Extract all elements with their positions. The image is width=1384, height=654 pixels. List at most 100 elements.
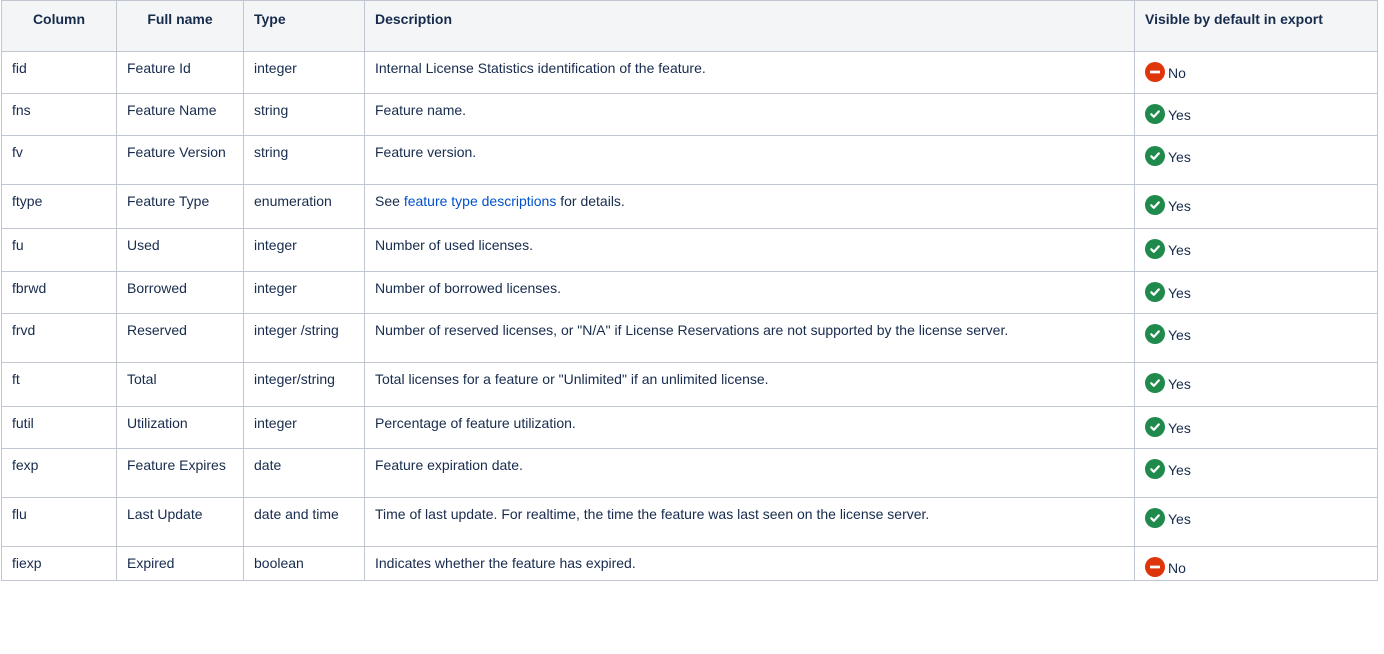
- cell-full-name: Utilization: [116, 406, 244, 449]
- cell-column: fexp: [1, 448, 117, 498]
- visible-status-text: Yes: [1168, 511, 1191, 527]
- visible-status-text: Yes: [1168, 198, 1191, 214]
- cell-type: string: [243, 135, 365, 185]
- check-circle-icon: [1145, 508, 1165, 528]
- cell-description: Percentage of feature utilization.: [364, 406, 1135, 449]
- cell-column: flu: [1, 497, 117, 547]
- cell-full-name: Feature Id: [116, 51, 244, 94]
- cell-full-name: Used: [116, 228, 244, 272]
- check-circle-icon: [1145, 373, 1165, 393]
- table-row: fiexp Expired boolean Indicates whether …: [1, 546, 1378, 581]
- cell-column: fv: [1, 135, 117, 185]
- cell-visible: No: [1134, 546, 1378, 581]
- cell-visible: Yes: [1134, 93, 1378, 136]
- table-row: fid Feature Id integer Internal License …: [1, 51, 1378, 94]
- cell-visible: Yes: [1134, 497, 1378, 547]
- cell-type: integer: [243, 51, 365, 94]
- cell-description: Internal License Statistics identificati…: [364, 51, 1135, 94]
- description-suffix: for details.: [556, 193, 625, 209]
- visible-status-text: Yes: [1168, 327, 1191, 343]
- visible-status-text: No: [1168, 560, 1186, 576]
- cell-type: date: [243, 448, 365, 498]
- cell-type: integer: [243, 271, 365, 314]
- cell-visible: Yes: [1134, 362, 1378, 407]
- cell-description: Time of last update. For realtime, the t…: [364, 497, 1135, 547]
- cell-visible: Yes: [1134, 406, 1378, 449]
- table-row: ftype Feature Type enumeration See featu…: [1, 184, 1378, 229]
- cell-description: Number of used licenses.: [364, 228, 1135, 272]
- cell-column: fns: [1, 93, 117, 136]
- table-row: fns Feature Name string Feature name. Ye…: [1, 93, 1378, 136]
- cell-visible: Yes: [1134, 228, 1378, 272]
- header-visible-by-default: Visible by default in export: [1134, 0, 1378, 52]
- cell-type: string: [243, 93, 365, 136]
- check-circle-icon: [1145, 239, 1165, 259]
- table-row: fv Feature Version string Feature versio…: [1, 135, 1378, 185]
- cell-type: integer: [243, 228, 365, 272]
- cell-column: ft: [1, 362, 117, 407]
- table-row: fexp Feature Expires date Feature expira…: [1, 448, 1378, 498]
- cell-description: Number of borrowed licenses.: [364, 271, 1135, 314]
- cell-column: fid: [1, 51, 117, 94]
- cell-full-name: Total: [116, 362, 244, 407]
- cell-description: Number of reserved licenses, or "N/A" if…: [364, 313, 1135, 363]
- cell-column: ftype: [1, 184, 117, 229]
- cell-description: Indicates whether the feature has expire…: [364, 546, 1135, 581]
- minus-circle-icon: [1145, 557, 1165, 577]
- cell-type: integer: [243, 406, 365, 449]
- cell-full-name: Feature Name: [116, 93, 244, 136]
- cell-description: Feature version.: [364, 135, 1135, 185]
- cell-visible: No: [1134, 51, 1378, 94]
- visible-status-text: No: [1168, 65, 1186, 81]
- visible-status-text: Yes: [1168, 285, 1191, 301]
- cell-description: Feature name.: [364, 93, 1135, 136]
- table-row: frvd Reserved integer /string Number of …: [1, 313, 1378, 363]
- visible-status-text: Yes: [1168, 420, 1191, 436]
- header-type: Type: [243, 0, 365, 52]
- cell-column: fbrwd: [1, 271, 117, 314]
- check-circle-icon: [1145, 282, 1165, 302]
- cell-type: integer/string: [243, 362, 365, 407]
- cell-visible: Yes: [1134, 271, 1378, 314]
- visible-status-text: Yes: [1168, 149, 1191, 165]
- cell-full-name: Borrowed: [116, 271, 244, 314]
- cell-column: frvd: [1, 313, 117, 363]
- cell-full-name: Reserved: [116, 313, 244, 363]
- table-row: ft Total integer/string Total licenses f…: [1, 362, 1378, 407]
- table-row: fu Used integer Number of used licenses.…: [1, 228, 1378, 272]
- visible-status-text: Yes: [1168, 376, 1191, 392]
- table-header-row: Column Full name Type Description Visibl…: [1, 0, 1378, 52]
- cell-column: fiexp: [1, 546, 117, 581]
- cell-full-name: Feature Version: [116, 135, 244, 185]
- cell-full-name: Feature Type: [116, 184, 244, 229]
- minus-circle-icon: [1145, 62, 1165, 82]
- table-row: flu Last Update date and time Time of la…: [1, 497, 1378, 547]
- cell-type: date and time: [243, 497, 365, 547]
- cell-visible: Yes: [1134, 184, 1378, 229]
- cell-full-name: Last Update: [116, 497, 244, 547]
- cell-type: boolean: [243, 546, 365, 581]
- header-column: Column: [1, 0, 117, 52]
- check-circle-icon: [1145, 417, 1165, 437]
- check-circle-icon: [1145, 459, 1165, 479]
- check-circle-icon: [1145, 324, 1165, 344]
- description-prefix: See: [375, 193, 404, 209]
- check-circle-icon: [1145, 146, 1165, 166]
- cell-description: Total licenses for a feature or "Unlimit…: [364, 362, 1135, 407]
- header-description: Description: [364, 0, 1135, 52]
- visible-status-text: Yes: [1168, 107, 1191, 123]
- cell-type: enumeration: [243, 184, 365, 229]
- cell-description: See feature type descriptions for detail…: [364, 184, 1135, 229]
- visible-status-text: Yes: [1168, 462, 1191, 478]
- feature-type-descriptions-link[interactable]: feature type descriptions: [404, 193, 557, 209]
- cell-full-name: Expired: [116, 546, 244, 581]
- visible-status-text: Yes: [1168, 242, 1191, 258]
- cell-description: Feature expiration date.: [364, 448, 1135, 498]
- cell-column: fu: [1, 228, 117, 272]
- cell-column: futil: [1, 406, 117, 449]
- check-circle-icon: [1145, 195, 1165, 215]
- table-row: futil Utilization integer Percentage of …: [1, 406, 1378, 449]
- header-full-name: Full name: [116, 0, 244, 52]
- check-circle-icon: [1145, 104, 1165, 124]
- export-columns-table: Column Full name Type Description Visibl…: [1, 0, 1378, 581]
